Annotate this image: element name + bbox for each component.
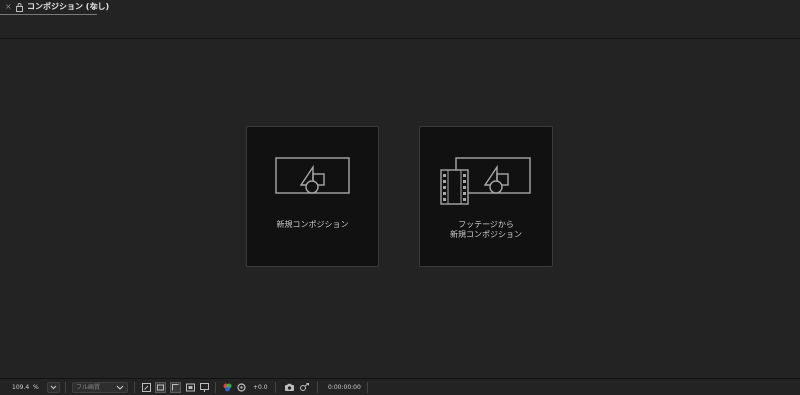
separator bbox=[275, 382, 276, 393]
show-snapshot-icon[interactable] bbox=[299, 382, 310, 393]
timecode[interactable]: 0:00:00:00 bbox=[328, 382, 361, 393]
separator bbox=[317, 382, 318, 393]
chevron-down-icon bbox=[116, 385, 124, 390]
hamburger-menu-icon[interactable]: ≡ bbox=[91, 1, 99, 13]
chevron-down-icon bbox=[50, 385, 57, 390]
resolution-value: フル画質 bbox=[76, 384, 101, 391]
new-composition-label: 新規コンポジション bbox=[276, 220, 349, 229]
from-footage-label-line2: 新規コンポジション bbox=[450, 230, 522, 239]
panel-header: × コンポジション (なし) ≡ bbox=[0, 0, 800, 39]
separator bbox=[134, 382, 135, 393]
grid-guides-icon[interactable] bbox=[199, 382, 210, 393]
zoom-value[interactable]: 109.4 bbox=[12, 382, 29, 393]
new-composition-button[interactable]: 新規コンポジション bbox=[246, 126, 379, 267]
zoom-dropdown[interactable] bbox=[47, 382, 60, 393]
separator bbox=[367, 382, 368, 393]
new-composition-from-footage-button[interactable]: フッテージから 新規コンポジション bbox=[419, 126, 553, 267]
transparency-grid-icon[interactable] bbox=[155, 382, 166, 393]
close-icon[interactable]: × bbox=[5, 3, 12, 11]
separator bbox=[215, 382, 216, 393]
zoom-unit: % bbox=[33, 384, 39, 391]
composition-viewer: 新規コンポジション フッテージから 新規コンポジション bbox=[0, 40, 800, 378]
from-footage-label-line1: フッテージから bbox=[458, 220, 514, 229]
film-strip-icon bbox=[440, 157, 531, 205]
exposure-value[interactable]: +0.0 bbox=[253, 382, 268, 393]
camera-icon[interactable] bbox=[284, 382, 295, 393]
viewer-toolbar: 109.4 % フル画質 +0.0 0:00:00:00 bbox=[0, 378, 800, 395]
region-of-interest-icon[interactable] bbox=[141, 382, 152, 393]
color-channels-icon[interactable] bbox=[222, 382, 233, 393]
composition-icon bbox=[275, 157, 350, 194]
lock-icon[interactable] bbox=[15, 2, 24, 12]
safe-margins-icon[interactable] bbox=[185, 382, 196, 393]
mask-visibility-icon[interactable] bbox=[170, 382, 181, 393]
separator bbox=[65, 382, 66, 393]
resolution-dropdown[interactable]: フル画質 bbox=[72, 382, 128, 393]
exposure-reset-icon[interactable] bbox=[236, 382, 247, 393]
active-tab-underline bbox=[0, 14, 97, 15]
